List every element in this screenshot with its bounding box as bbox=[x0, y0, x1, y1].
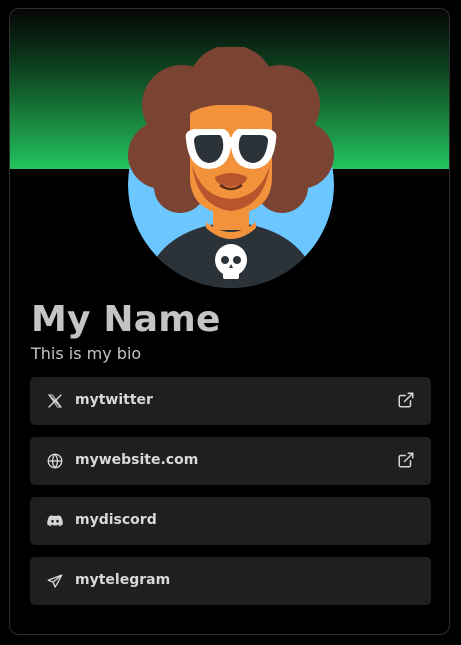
telegram-icon bbox=[46, 572, 64, 590]
link-twitter[interactable]: mytwitter bbox=[30, 377, 431, 425]
link-label: mydiscord bbox=[75, 512, 157, 528]
link-telegram[interactable]: mytelegram bbox=[30, 557, 431, 605]
link-label: mytwitter bbox=[75, 392, 153, 408]
external-link-icon[interactable] bbox=[397, 391, 415, 409]
link-list: mytwitter mywebsite.com mydiscord mytele… bbox=[30, 377, 431, 617]
link-website[interactable]: mywebsite.com bbox=[30, 437, 431, 485]
x-icon bbox=[46, 392, 64, 410]
avatar bbox=[128, 82, 334, 288]
globe-icon bbox=[46, 452, 64, 470]
external-link-icon[interactable] bbox=[397, 451, 415, 469]
link-label: mywebsite.com bbox=[75, 452, 199, 468]
avatar-illustration bbox=[128, 82, 334, 288]
profile-name: My Name bbox=[31, 299, 221, 340]
discord-icon bbox=[46, 512, 64, 530]
link-discord[interactable]: mydiscord bbox=[30, 497, 431, 545]
profile-bio: This is my bio bbox=[31, 344, 142, 363]
profile-card: My Name This is my bio mytwitter mywebsi… bbox=[9, 8, 450, 635]
link-label: mytelegram bbox=[75, 572, 171, 588]
